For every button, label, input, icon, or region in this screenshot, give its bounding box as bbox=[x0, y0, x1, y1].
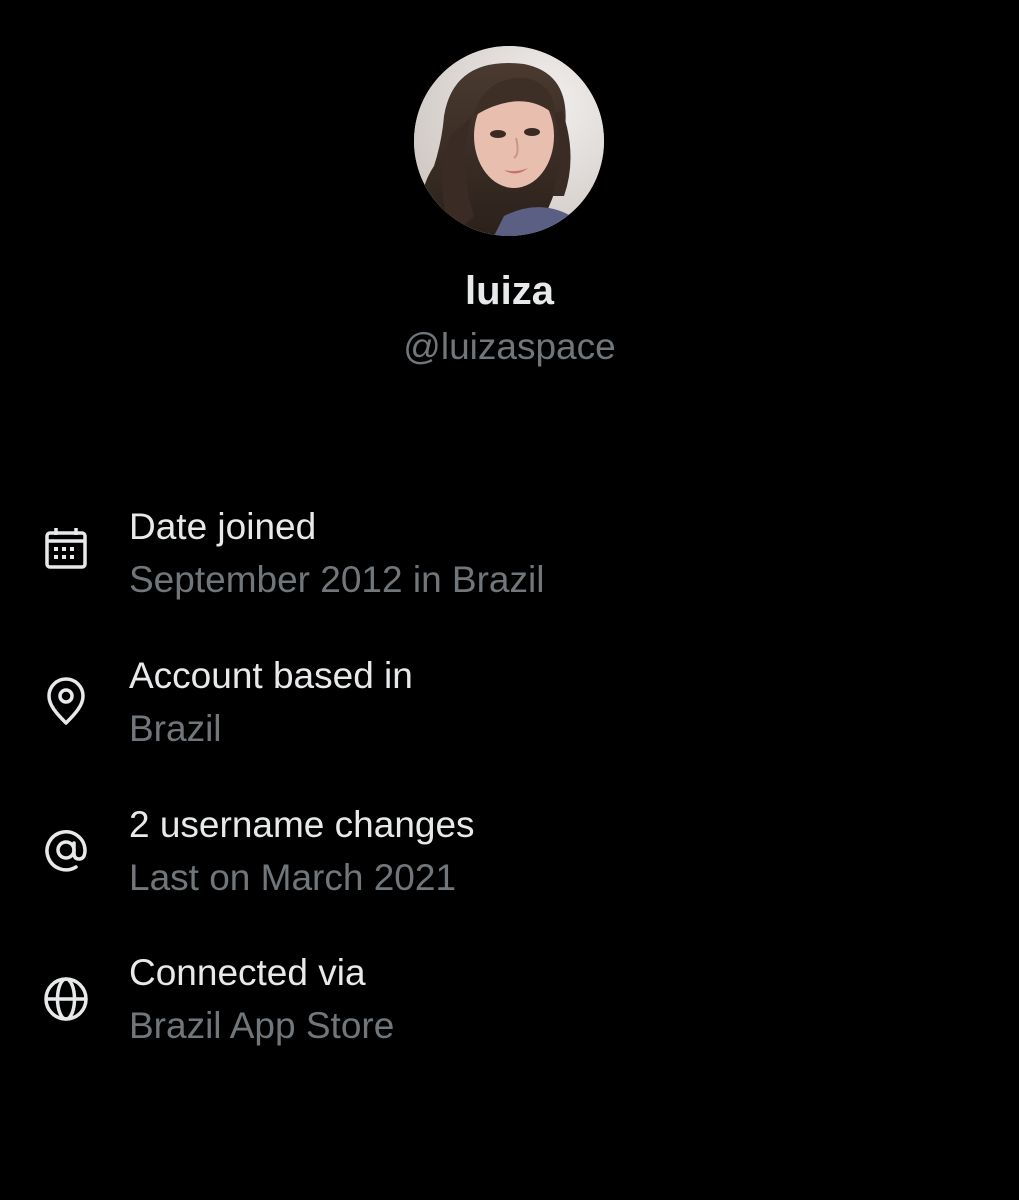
avatar[interactable] bbox=[414, 46, 604, 236]
info-row-date-joined: Date joined September 2012 in Brazil bbox=[0, 500, 1019, 610]
avatar-image bbox=[414, 46, 604, 236]
display-name: luiza bbox=[465, 269, 554, 313]
info-row-account-based-in: Account based in Brazil bbox=[0, 649, 1019, 759]
info-subtitle: September 2012 in Brazil bbox=[129, 559, 545, 600]
info-title: Date joined bbox=[129, 506, 317, 547]
info-title: Connected via bbox=[129, 952, 366, 993]
profile-header: luiza @luizaspace bbox=[0, 0, 1019, 400]
globe-icon bbox=[38, 971, 94, 1027]
username-handle: @luizaspace bbox=[403, 326, 616, 367]
info-subtitle: Last on March 2021 bbox=[129, 857, 457, 898]
info-row-username-changes: 2 username changes Last on March 2021 bbox=[0, 798, 1019, 908]
at-sign-icon bbox=[38, 822, 94, 878]
calendar-icon bbox=[38, 521, 94, 577]
location-pin-icon bbox=[38, 674, 94, 730]
info-subtitle: Brazil bbox=[129, 708, 222, 749]
info-row-connected-via: Connected via Brazil App Store bbox=[0, 946, 1019, 1056]
info-title: 2 username changes bbox=[129, 804, 475, 845]
info-title: Account based in bbox=[129, 655, 413, 696]
info-subtitle: Brazil App Store bbox=[129, 1005, 395, 1046]
